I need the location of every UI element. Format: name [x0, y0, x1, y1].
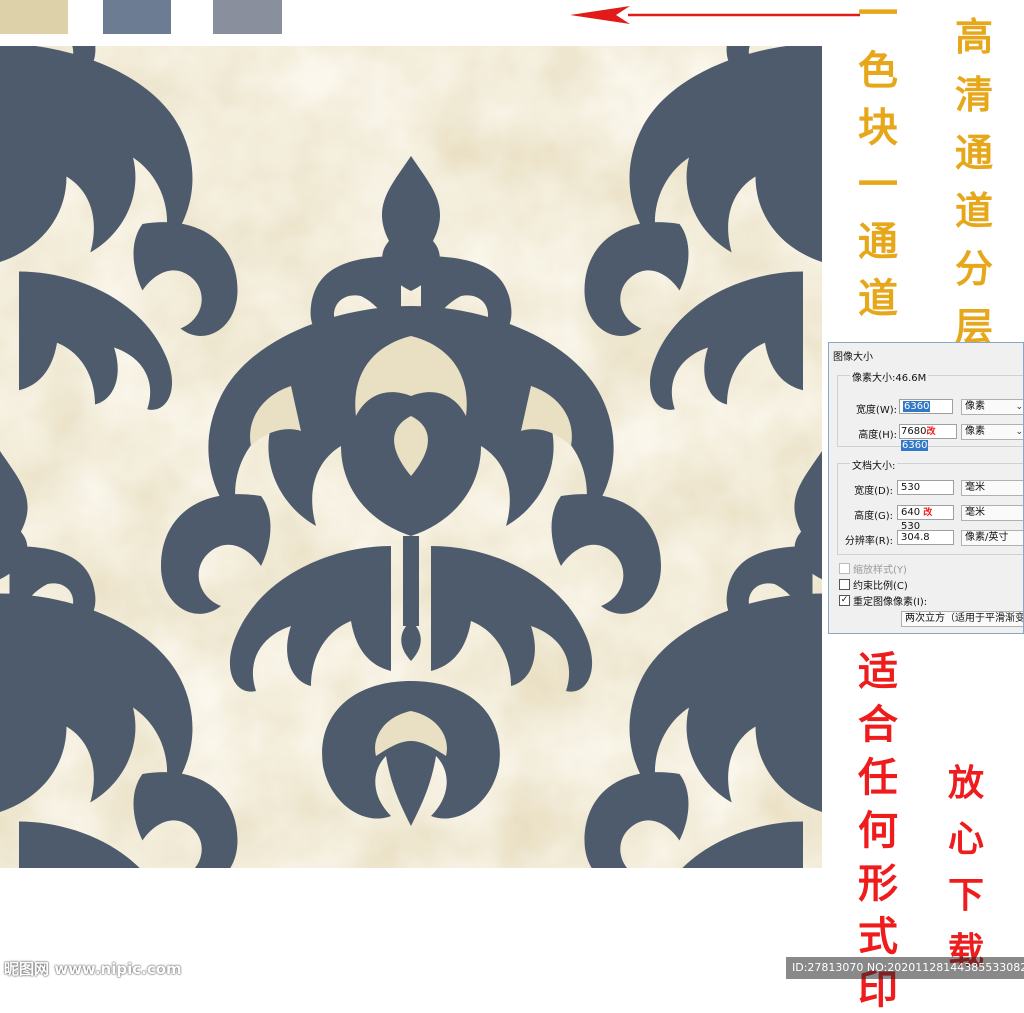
dialog-title: 图像大小	[833, 352, 873, 363]
doc-height-unit-select[interactable]: 毫米	[961, 505, 1023, 521]
constrain-proportions-checkbox[interactable]: 约束比例(C)	[839, 577, 908, 592]
resample-method-select[interactable]: 两次立方（适用于平滑渐变）	[901, 611, 1023, 627]
site-watermark: 昵图网 www.nipic.com	[4, 960, 182, 978]
doc-height-input[interactable]: 640 改 530	[897, 505, 954, 532]
doc-width-label: 宽度(D):	[854, 486, 893, 497]
resample-image-checkbox[interactable]: ✓ 重定图像像素(I):	[839, 593, 927, 608]
gold-annotation-hd-layers: 高 清 通 道 分 层	[955, 14, 994, 349]
damask-pattern-image	[0, 46, 822, 868]
doc-width-unit-select[interactable]: 毫米	[961, 480, 1023, 496]
red-arrow-left-icon	[570, 6, 860, 24]
height-input[interactable]: 7680改6360	[899, 424, 957, 451]
resolution-input[interactable]: 304.8	[897, 530, 954, 545]
width-label: 宽度(W):	[855, 405, 897, 416]
gold-annotation-color-channel: 一 色 块 一 通 道	[858, 0, 898, 322]
height-unit-select[interactable]: 像素 ⌄	[961, 424, 1023, 440]
height-label: 高度(H):	[858, 430, 897, 441]
red-annotation-download: 放 心 下 载	[948, 762, 985, 972]
width-input[interactable]: 6360	[899, 399, 953, 414]
image-id-label: ID:27813070 NO:20201128144385533082	[786, 957, 1024, 979]
pixel-dimensions-label: 像素大小:46.6M	[850, 369, 929, 384]
doc-height-label: 高度(G):	[854, 511, 893, 522]
chevron-down-icon: ⌄	[1015, 402, 1023, 412]
doc-width-input[interactable]: 530	[897, 480, 954, 495]
scale-styles-checkbox[interactable]: 缩放样式(Y)	[839, 561, 907, 576]
color-swatch-beige	[0, 0, 68, 34]
chevron-down-icon: ⌄	[1015, 427, 1023, 437]
resolution-label: 分辨率(R):	[844, 536, 893, 547]
color-swatch-grey-blue	[213, 0, 282, 34]
width-unit-select[interactable]: 像素 ⌄	[961, 399, 1023, 415]
color-swatch-slate-blue	[103, 0, 171, 34]
document-size-label: 文档大小:	[850, 457, 898, 472]
image-size-dialog: 图像大小 像素大小:46.6M 宽度(W): 6360 像素 ⌄ 高度(H): 7…	[828, 342, 1024, 634]
resolution-unit-select[interactable]: 像素/英寸	[961, 530, 1023, 546]
